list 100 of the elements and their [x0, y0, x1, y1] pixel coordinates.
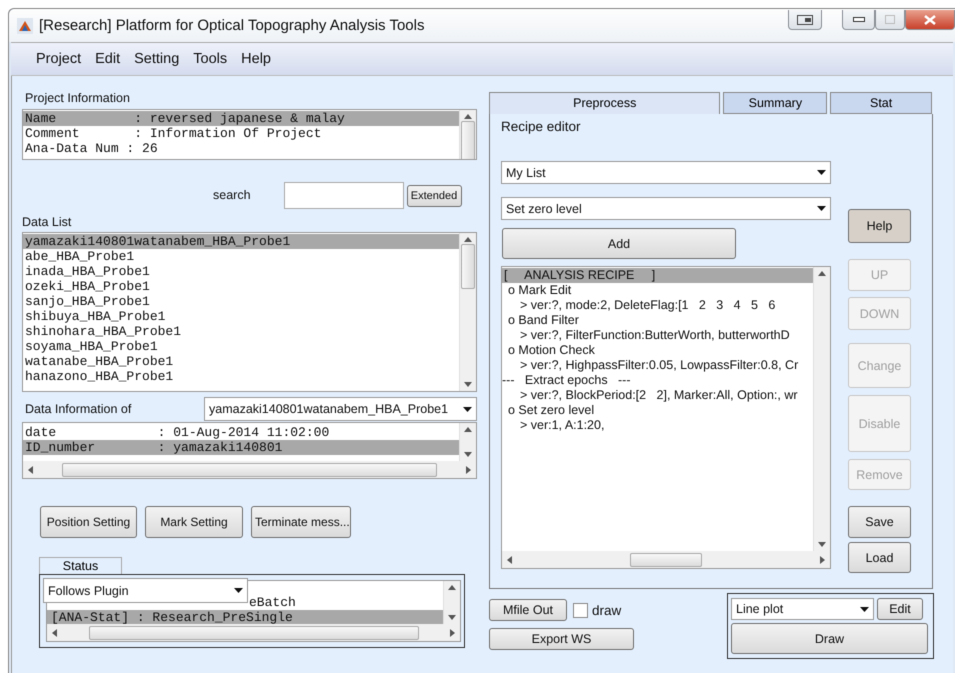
scroll-right-icon[interactable]	[450, 628, 455, 636]
list-row[interactable]: hanazono_HBA_Probe1	[23, 369, 459, 384]
recipe-line[interactable]: > ver:?, mode:2, DeleteFlag:[1 2 3 4 5 6	[502, 298, 813, 313]
horizontal-scrollbar[interactable]	[23, 461, 476, 478]
list-row[interactable]: Comment : Information Of Project	[23, 126, 459, 141]
menu-item[interactable]: Tools	[186, 51, 234, 67]
action-button[interactable]: Position Setting	[40, 506, 137, 538]
list-row[interactable]: ozeki_HBA_Probe1	[23, 279, 459, 294]
scroll-thumb[interactable]	[461, 121, 475, 159]
list-row[interactable]: shibuya_HBA_Probe1	[23, 309, 459, 324]
maximize-icon	[885, 15, 895, 24]
recipe-line[interactable]: > ver:?, BlockPeriod:[2 2], Marker:All, Option:, wr	[502, 388, 813, 403]
menu-item[interactable]: Help	[234, 51, 278, 67]
data-dropdown[interactable]: yamazaki140801watanabem_HBA_Probe1	[204, 397, 477, 421]
list-row[interactable]: sanjo_HBA_Probe1	[23, 294, 459, 309]
scroll-right-icon[interactable]	[466, 466, 471, 474]
plot-type-dropdown[interactable]: Line plot	[731, 598, 874, 620]
list-row[interactable]: abe_HBA_Probe1	[23, 249, 459, 264]
section-label: Data Information of	[25, 402, 132, 416]
scroll-down-icon[interactable]	[818, 542, 826, 547]
recipe-line[interactable]: --- Extract epochs ---	[502, 373, 813, 388]
scroll-left-icon[interactable]	[507, 556, 512, 564]
list-row[interactable]: date : 01-Aug-2014 11:02:00	[23, 425, 459, 440]
scroll-thumb[interactable]	[630, 552, 702, 566]
export-button[interactable]: Export WS	[489, 628, 634, 650]
list-row[interactable]: soyama_HBA_Probe1	[23, 339, 459, 354]
scroll-up-icon[interactable]	[448, 585, 456, 590]
project-info-list[interactable]: Name : reversed japanese & malay Comment : Information Of Project Ana-Data Num : 26	[22, 109, 477, 160]
tab[interactable]: Preprocess	[489, 92, 720, 114]
search-field[interactable]	[284, 182, 404, 209]
recipe-line[interactable]: > ver:?, HighpassFilter:0.05, LowpassFilter:0.8, Cr	[502, 358, 813, 373]
vertical-scrollbar[interactable]	[459, 110, 476, 159]
list-row[interactable]: [ANA-Stat] : Research_PreSingle	[47, 610, 443, 624]
list-dropdown[interactable]: My List	[501, 161, 831, 184]
vertical-scrollbar[interactable]	[459, 423, 476, 461]
side-button[interactable]: Load	[848, 542, 911, 573]
vertical-scrollbar[interactable]	[443, 581, 460, 624]
caret-icon	[463, 406, 472, 412]
add-button[interactable]: Add	[502, 228, 736, 259]
menu-item[interactable]: Project	[29, 51, 88, 67]
scroll-left-icon[interactable]	[28, 466, 33, 474]
list-row[interactable]: Ana-Data Num : 26	[23, 141, 459, 156]
horizontal-scrollbar[interactable]	[502, 551, 830, 568]
edit-button[interactable]: Edit	[877, 598, 923, 620]
tab[interactable]: Stat	[830, 92, 932, 114]
panel-title: Recipe editor	[501, 118, 582, 135]
scroll-left-icon[interactable]	[52, 628, 57, 636]
checkbox-label: draw	[592, 602, 622, 618]
draw-checkbox[interactable]	[573, 602, 588, 618]
scroll-down-icon[interactable]	[448, 615, 456, 620]
section-label: Project Information	[25, 91, 131, 106]
menu-item[interactable]: Setting	[127, 51, 186, 67]
scroll-down-icon[interactable]	[464, 452, 472, 457]
caret-icon	[817, 206, 826, 211]
status-dropdown[interactable]: Follows Plugin	[43, 578, 248, 603]
recipe-line[interactable]: > ver:?, FilterFunction:ButterWorth, butterworthD	[502, 328, 813, 343]
minimize-button[interactable]	[842, 10, 875, 30]
scroll-up-icon[interactable]	[464, 427, 472, 432]
list-row[interactable]: ID_number : yamazaki140801	[23, 440, 459, 455]
scroll-up-icon[interactable]	[464, 114, 472, 119]
snap-button[interactable]	[788, 10, 822, 30]
close-icon	[924, 14, 936, 24]
recipe-line[interactable]: o Mark Edit	[502, 283, 813, 298]
scroll-thumb[interactable]	[461, 244, 475, 289]
scroll-thumb[interactable]	[62, 462, 437, 476]
function-dropdown[interactable]: Set zero level	[501, 197, 831, 220]
list-row[interactable]: shinohara_HBA_Probe1	[23, 324, 459, 339]
app-logo-icon	[17, 18, 33, 34]
tab[interactable]: Summary	[723, 92, 828, 114]
extended-button[interactable]: Extended	[406, 184, 462, 206]
scroll-up-icon[interactable]	[818, 271, 826, 276]
list-row[interactable]: watanabe_HBA_Probe1	[23, 354, 459, 369]
window-title: [Research] Platform for Optical Topography Analysis Tools	[39, 17, 424, 34]
side-button[interactable]: Help	[848, 209, 911, 243]
close-button[interactable]	[905, 10, 955, 30]
scroll-right-icon[interactable]	[820, 556, 825, 564]
snap-icon	[797, 14, 813, 24]
action-button[interactable]: Terminate mess...	[251, 506, 351, 538]
scroll-down-icon[interactable]	[464, 382, 472, 387]
recipe-line[interactable]: o Band Filter	[502, 313, 813, 328]
list-row[interactable]: inada_HBA_Probe1	[23, 264, 459, 279]
recipe-line[interactable]: o Motion Check	[502, 343, 813, 358]
action-button[interactable]: Mark Setting	[145, 506, 243, 538]
list-row[interactable]: Name : reversed japanese & malay	[23, 111, 459, 126]
list-row[interactable]: yamazaki140801watanabem_HBA_Probe1	[23, 234, 459, 249]
scroll-up-icon[interactable]	[464, 237, 472, 242]
side-button[interactable]: Save	[848, 506, 911, 538]
recipe-line[interactable]: o Set zero level	[502, 403, 813, 418]
vertical-scrollbar[interactable]	[813, 267, 830, 551]
data-list[interactable]: yamazaki140801watanabem_HBA_Probe1 abe_HBA_Probe1 inada_HBA_Probe1 ozeki_HBA_Probe1 sanjo_HBA_Probe1 shibuya_HBA_Probe1 shinohara_HBA_Probe1 soyama_HBA_Probe1 watanabe_HBA_Probe1 hanazono_HBA_Probe1	[22, 232, 477, 392]
vertical-scrollbar[interactable]	[459, 233, 476, 391]
caret-icon	[860, 606, 869, 612]
recipe-list[interactable]	[501, 266, 831, 569]
mfile-out-button[interactable]: Mfile Out	[489, 599, 567, 621]
data-info-list[interactable]: date : 01-Aug-2014 11:02:00 ID_number : yamazaki140801	[22, 422, 477, 479]
scroll-thumb[interactable]	[88, 626, 418, 640]
recipe-line[interactable]: > ver:1, A:1:20,	[502, 418, 813, 433]
horizontal-scrollbar[interactable]	[47, 624, 460, 641]
draw-button[interactable]: Draw	[731, 623, 928, 654]
menu-item[interactable]: Edit	[88, 51, 128, 67]
